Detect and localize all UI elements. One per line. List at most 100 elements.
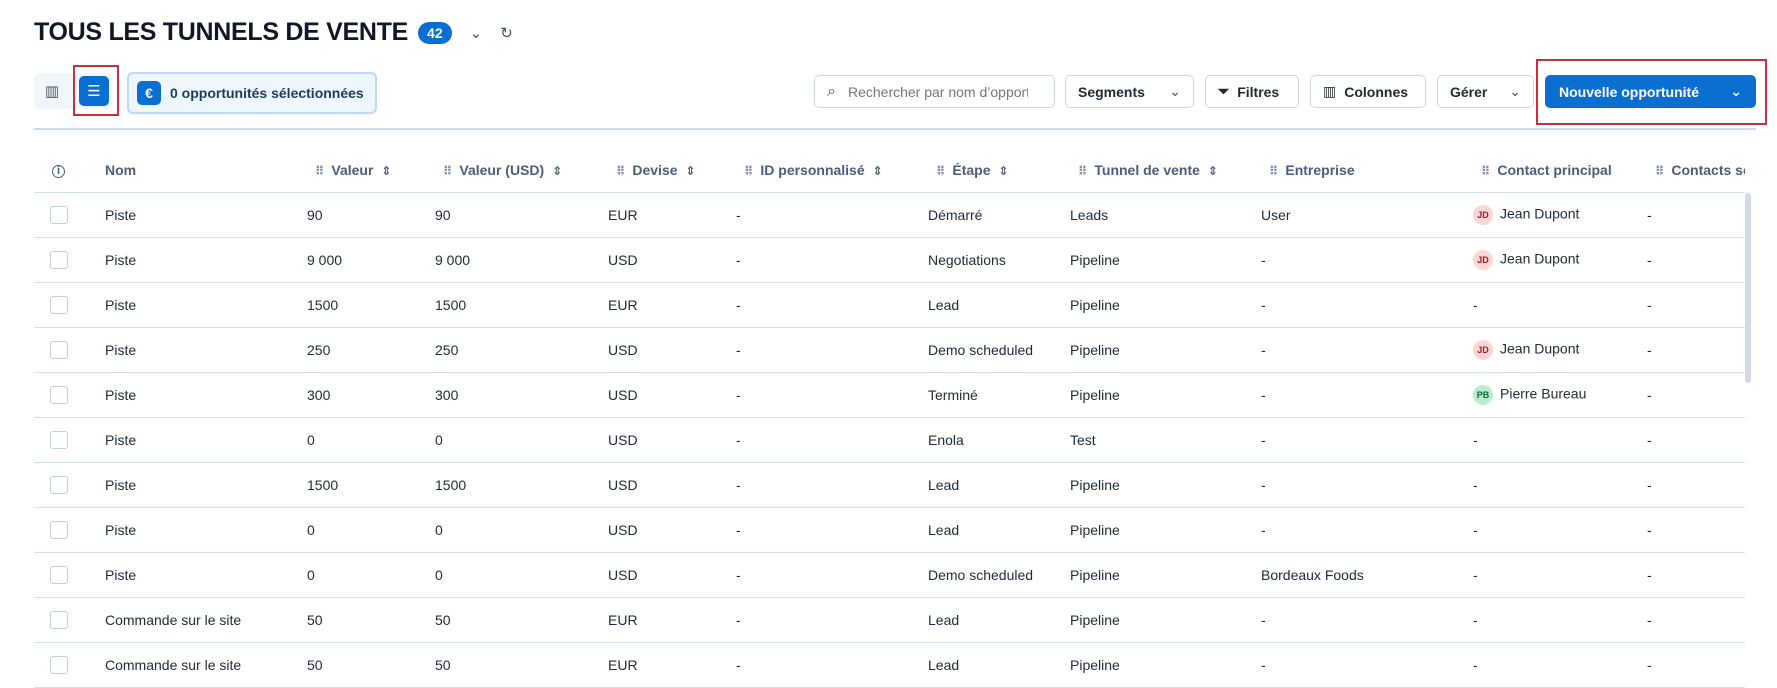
row-checkbox[interactable] [50, 476, 68, 494]
column-label: Valeur [331, 161, 374, 178]
column-header[interactable]: ⠿ Devise ⇕ [608, 162, 736, 178]
table-row[interactable]: Piste 300 300 USD - Terminé Pipeline - PB Pierre … [34, 373, 1745, 418]
search-input[interactable] [847, 83, 1028, 100]
column-header[interactable]: ⠿ Contacts secondaires [1647, 162, 1745, 178]
table-cell: 250 [307, 342, 331, 358]
contact-cell[interactable]: JD Jean Dupont [1473, 250, 1647, 270]
drag-handle-icon[interactable]: ⠿ [616, 164, 625, 178]
filters-button[interactable]: ⏷ Filtres [1205, 75, 1299, 108]
table-cell: Piste [105, 432, 137, 448]
table-cell: - [1261, 387, 1266, 403]
table-cell: Bordeaux Foods [1261, 567, 1364, 583]
drag-handle-icon[interactable]: ⠿ [744, 164, 753, 178]
table-cell: 90 [435, 207, 451, 223]
table-cell: - [1647, 612, 1652, 628]
table-cell: - [736, 387, 741, 403]
sort-icon[interactable]: ⇕ [999, 164, 1009, 178]
table-cell: EUR [608, 207, 638, 223]
table-cell: Piste [105, 252, 137, 268]
chevron-down-icon[interactable]: ⌄ [470, 24, 483, 42]
column-header[interactable]: ⠿ Valeur (USD) ⇕ [435, 162, 608, 178]
drag-handle-icon[interactable]: ⠿ [1078, 164, 1087, 178]
manage-dropdown[interactable]: Gérer ⌄ [1437, 75, 1534, 108]
drag-handle-icon[interactable]: ⠿ [1269, 164, 1278, 178]
table-cell: - [1261, 342, 1266, 358]
drag-handle-icon[interactable]: ⠿ [1481, 164, 1490, 178]
info-icon[interactable]: i [52, 164, 65, 178]
vertical-scrollbar[interactable] [1745, 193, 1751, 383]
table-cell: USD [608, 477, 638, 493]
table-cell: 90 [307, 207, 323, 223]
table-row[interactable]: Piste 0 0 USD - Enola Test - - - [34, 418, 1745, 463]
table-row[interactable]: Piste 0 0 USD - Demo scheduled Pipeline Bordeau… [34, 553, 1745, 598]
drag-handle-icon[interactable]: ⠿ [443, 164, 452, 178]
column-header[interactable]: ⠿ Étape ⇕ [928, 162, 1070, 178]
row-checkbox[interactable] [50, 611, 68, 629]
sort-icon[interactable]: ⇕ [552, 164, 562, 178]
column-header[interactable]: ⠿ ID personnalisé ⇕ [736, 162, 928, 178]
sort-icon[interactable]: ⇕ [381, 164, 391, 178]
selected-opportunities-chip[interactable]: € 0 opportunités sélectionnées [127, 72, 377, 114]
sort-icon[interactable]: ⇕ [873, 164, 883, 178]
contact-cell[interactable]: PB Pierre Bureau [1473, 385, 1647, 405]
column-header[interactable]: Nom [105, 162, 307, 178]
table-row[interactable]: Piste 9 000 9 000 USD - Negotiations Pipeline -… [34, 238, 1745, 283]
row-checkbox[interactable] [50, 431, 68, 449]
table-cell: Piste [105, 297, 137, 313]
table-cell: - [1261, 477, 1266, 493]
row-checkbox[interactable] [50, 386, 68, 404]
contact-name: Jean Dupont [1500, 340, 1580, 357]
table-row[interactable]: Piste 1500 1500 EUR - Lead Pipeline - - - [34, 283, 1745, 328]
table-cell: - [1647, 252, 1652, 268]
table-cell: 0 [307, 432, 315, 448]
column-header[interactable]: ⠿ Entreprise [1261, 162, 1473, 178]
row-checkbox[interactable] [50, 296, 68, 314]
table-cell: - [1647, 387, 1652, 403]
column-header[interactable]: ⠿ Tunnel de vente ⇕ [1070, 162, 1261, 178]
filter-icon: ⏷ [1218, 83, 1230, 99]
table-row[interactable]: Piste 90 90 EUR - Démarré Leads User JD Jean Dupo… [34, 193, 1745, 238]
table-cell: - [736, 432, 741, 448]
avatar: JD [1473, 205, 1493, 225]
table-cell: - [736, 567, 741, 583]
segments-dropdown[interactable]: Segments ⌄ [1065, 75, 1194, 108]
search-box[interactable]: ⌕ [814, 75, 1055, 108]
drag-handle-icon[interactable]: ⠿ [1655, 164, 1664, 178]
contact-cell[interactable]: JD Jean Dupont [1473, 205, 1647, 225]
table-cell: 9 000 [307, 252, 343, 268]
columns-button[interactable]: ▥ Colonnes [1310, 75, 1426, 108]
table-cell: 50 [307, 612, 323, 628]
board-view-button[interactable]: ▥ [37, 76, 67, 106]
columns-label: Colonnes [1344, 83, 1409, 100]
table-row[interactable]: Piste 250 250 USD - Demo scheduled Pipeline - JD… [34, 328, 1745, 373]
drag-handle-icon[interactable]: ⠿ [936, 164, 945, 178]
drag-handle-icon[interactable]: ⠿ [315, 164, 324, 178]
contact-cell[interactable]: JD Jean Dupont [1473, 340, 1647, 360]
table-cell: Lead [928, 477, 960, 493]
row-checkbox[interactable] [50, 341, 68, 359]
row-checkbox[interactable] [50, 566, 68, 584]
table-cell: 0 [435, 522, 443, 538]
refresh-icon[interactable]: ↻ [500, 24, 513, 42]
contact-name: Jean Dupont [1500, 205, 1580, 222]
table-cell: - [1647, 657, 1652, 673]
table-cell: USD [608, 387, 638, 403]
row-checkbox[interactable] [50, 206, 68, 224]
table-cell: - [736, 657, 741, 673]
column-header[interactable]: ⠿ Valeur ⇕ [307, 162, 435, 178]
row-checkbox[interactable] [50, 251, 68, 269]
column-header[interactable]: ⠿ Contact principal [1473, 162, 1647, 178]
table-row[interactable]: Piste 0 0 USD - Lead Pipeline - - - [34, 508, 1745, 553]
sort-icon[interactable]: ⇕ [686, 164, 696, 178]
sort-icon[interactable]: ⇕ [1208, 164, 1218, 178]
table-row[interactable]: Piste 1500 1500 USD - Lead Pipeline - - - [34, 463, 1745, 508]
table-row[interactable]: Commande sur le site 50 50 EUR - Lead Pipeline… [34, 643, 1745, 688]
row-checkbox[interactable] [50, 521, 68, 539]
table-cell: - [1473, 522, 1478, 538]
row-checkbox[interactable] [50, 656, 68, 674]
table-cell: Lead [928, 657, 960, 673]
segments-label: Segments [1078, 83, 1145, 100]
search-icon: ⌕ [827, 82, 836, 100]
table-row[interactable]: Commande sur le site 50 50 EUR - Lead Pipeline… [34, 598, 1745, 643]
table-cell: 1500 [435, 477, 467, 493]
